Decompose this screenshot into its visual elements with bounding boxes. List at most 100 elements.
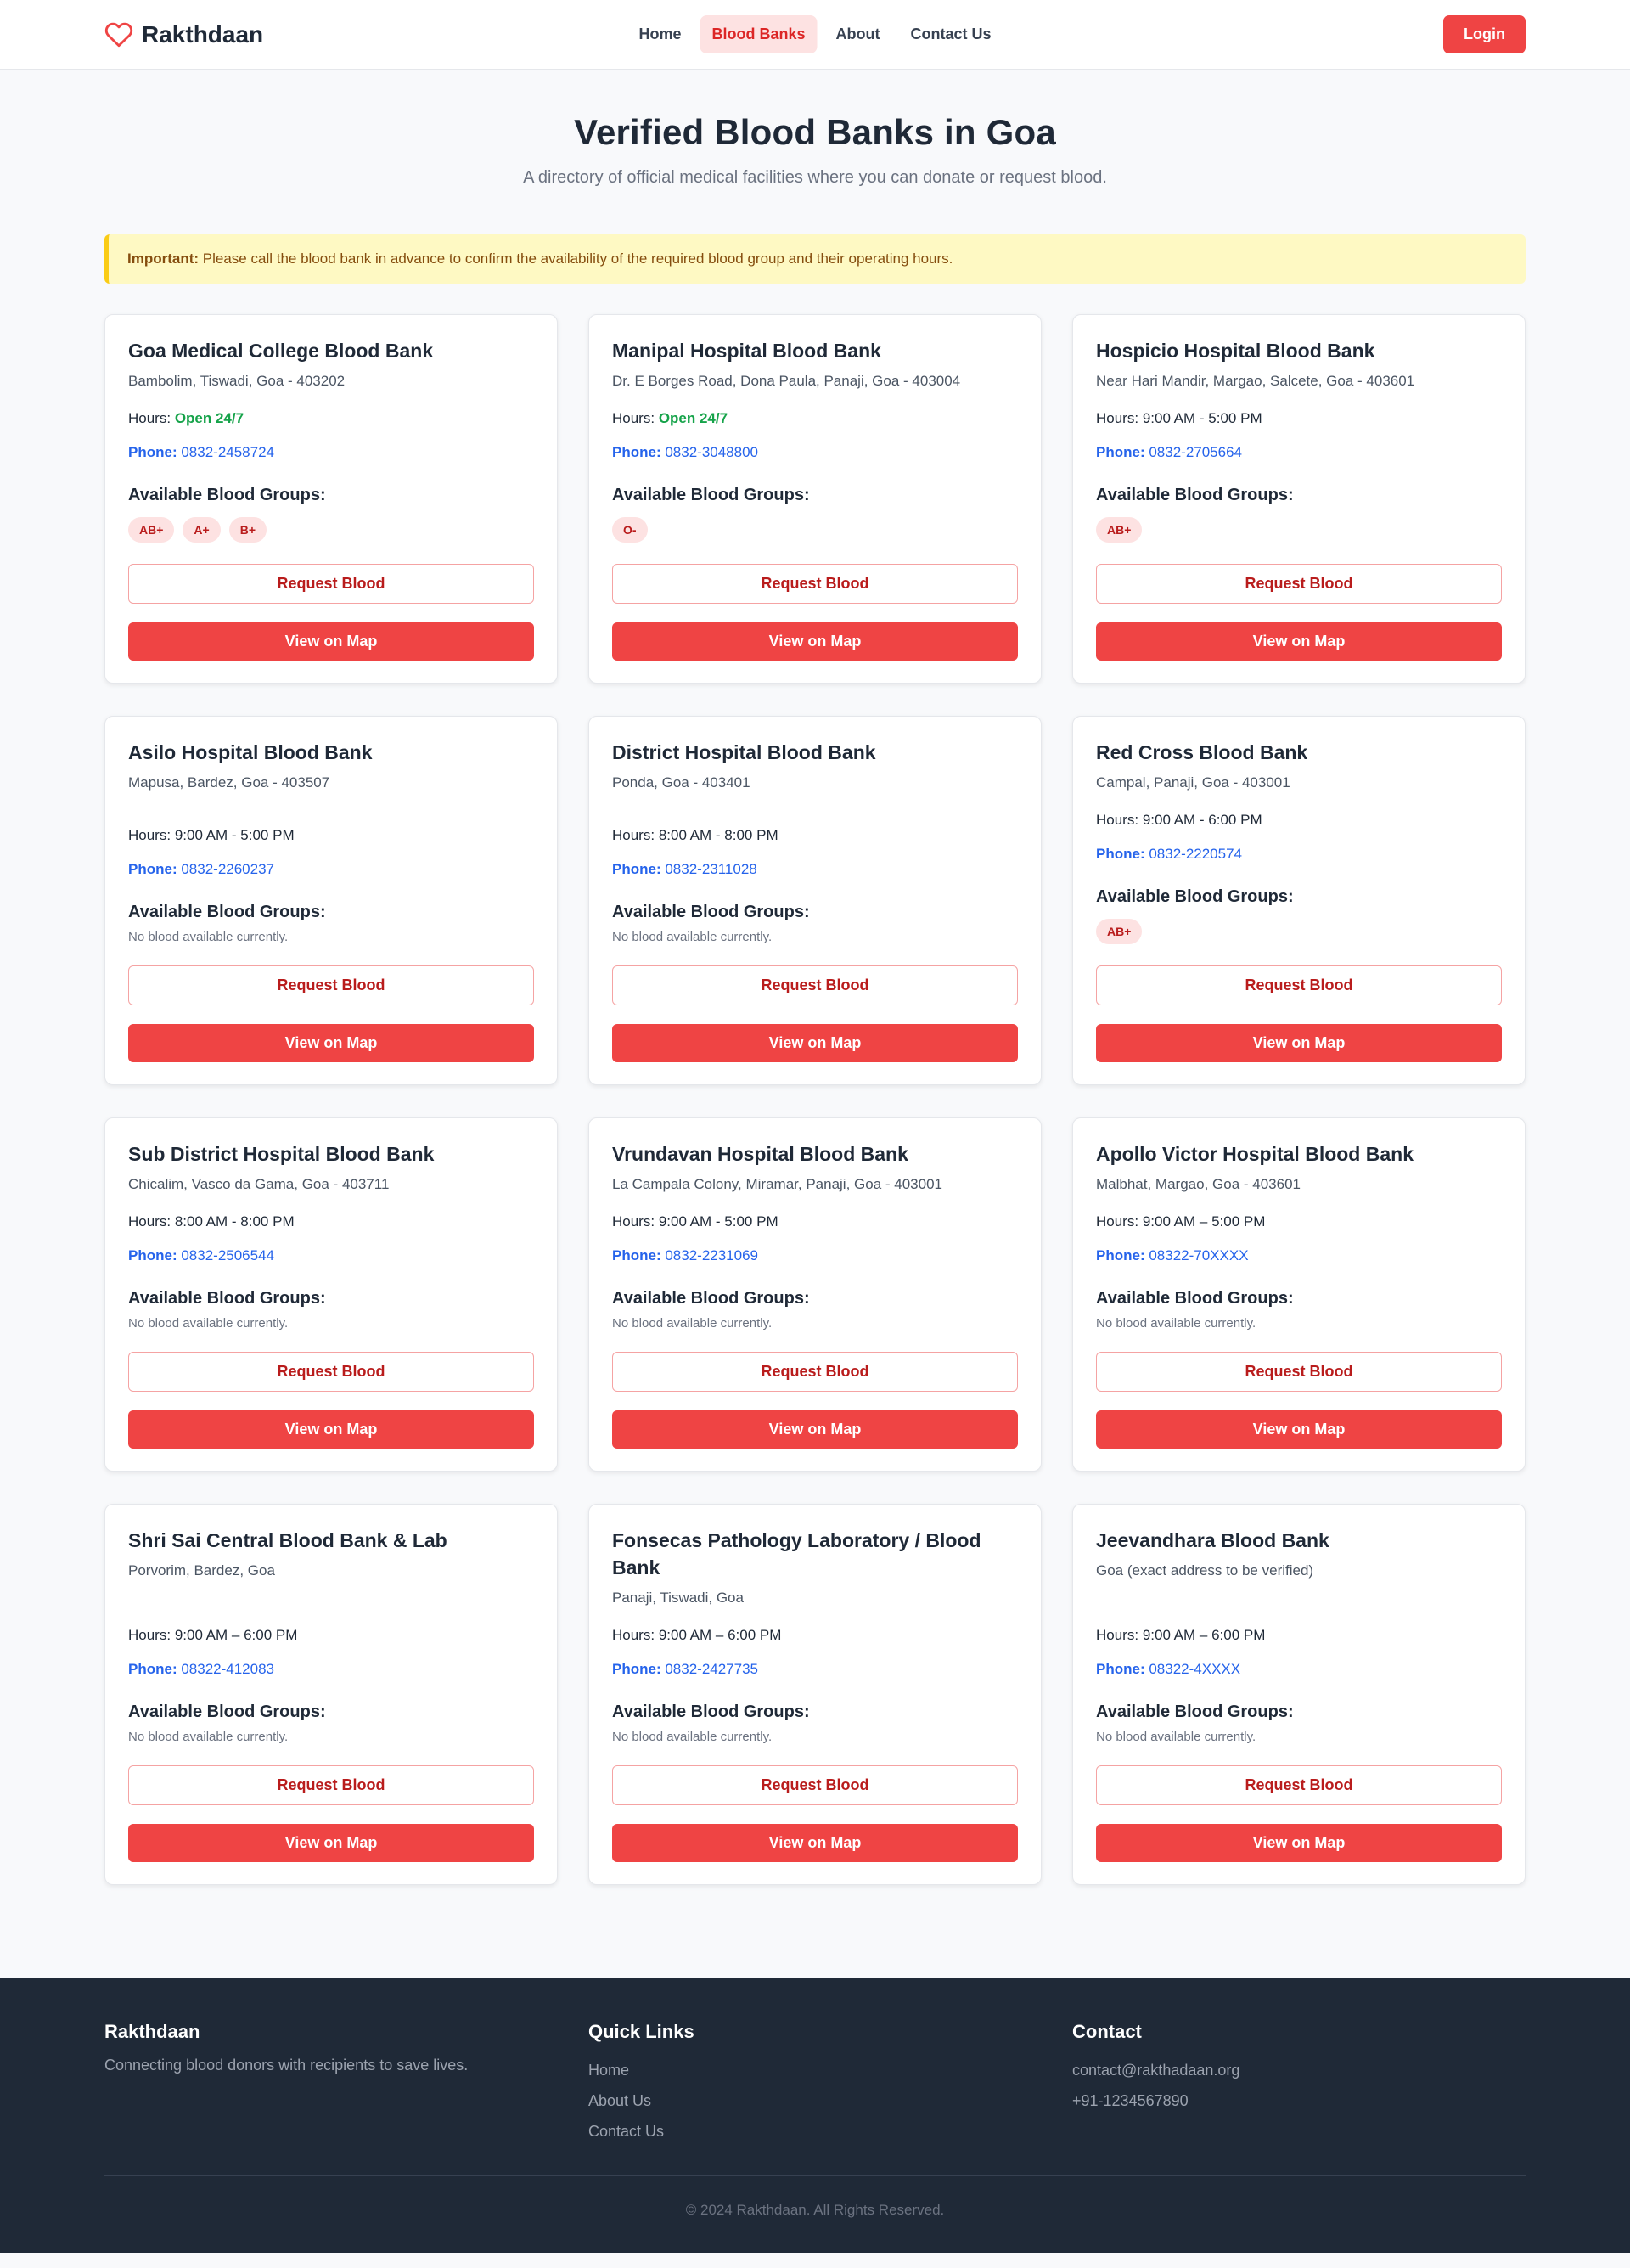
footer-brand-text: Connecting blood donors with recipients … [104,2057,469,2074]
phone-row: Phone: 0832-2427735 [612,1660,1018,1679]
view-on-map-button[interactable]: View on Map [612,1824,1018,1862]
view-on-map-button[interactable]: View on Map [128,1824,534,1862]
heart-icon [104,20,133,49]
view-on-map-button[interactable]: View on Map [1096,1024,1502,1062]
brand[interactable]: Rakthdaan [104,20,263,49]
phone-link[interactable]: 0832-2220574 [1149,846,1242,862]
footer-link-contact-us[interactable]: Contact Us [588,2116,1042,2147]
phone-link[interactable]: 0832-2427735 [665,1661,758,1677]
bank-name: Goa Medical College Blood Bank [128,340,434,362]
phone-link[interactable]: 0832-2506544 [181,1247,274,1263]
card-header: Apollo Victor Hospital Blood Bank Malbhat… [1096,1140,1502,1194]
blood-group-badges: AB+ [1096,918,1502,945]
view-on-map-button[interactable]: View on Map [1096,622,1502,661]
blood-bank-card: Asilo Hospital Blood Bank Mapusa, Bardez,… [104,716,558,1085]
nav-link-about[interactable]: About [824,15,892,53]
view-on-map-button[interactable]: View on Map [128,1410,534,1449]
bank-address: La Campala Colony, Miramar, Panaji, Goa … [612,1176,942,1192]
bank-name: Apollo Victor Hospital Blood Bank [1096,1143,1414,1165]
nav-link-blood-banks[interactable]: Blood Banks [700,15,818,53]
blood-group-badge: AB+ [1096,919,1143,944]
blood-bank-card: Fonsecas Pathology Laboratory / Blood Ba… [588,1504,1042,1885]
blood-groups-title: Available Blood Groups: [1096,486,1294,504]
view-on-map-button[interactable]: View on Map [612,1410,1018,1449]
card-body: Hours: 8:00 AM - 8:00 PM Phone: 0832-2311… [612,808,1018,1062]
hours-value: 9:00 AM - 6:00 PM [1142,812,1262,828]
phone-row: Phone: 0832-2705664 [1096,443,1502,462]
card-body: Hours: 9:00 AM – 6:00 PM Phone: 08322-412… [128,1607,534,1862]
important-notice: Important: Please call the blood bank in… [104,234,1526,284]
page-title: Verified Blood Banks in Goa [574,112,1056,152]
view-on-map-button[interactable]: View on Map [612,1024,1018,1062]
view-on-map-button[interactable]: View on Map [1096,1410,1502,1449]
request-blood-button[interactable]: Request Blood [612,965,1018,1005]
blood-bank-card: District Hospital Blood Bank Ponda, Goa -… [588,716,1042,1085]
request-blood-button[interactable]: Request Blood [1096,564,1502,604]
blood-group-badge: AB+ [128,517,175,543]
request-blood-button[interactable]: Request Blood [128,965,534,1005]
blood-groups-title: Available Blood Groups: [128,1702,326,1721]
phone-row: Phone: 0832-2506544 [128,1247,534,1265]
blood-group-badges: AB+ [1096,516,1502,543]
footer-link-home[interactable]: Home [588,2055,1042,2085]
phone-link[interactable]: 0832-2260237 [181,861,274,877]
card-header: Manipal Hospital Blood Bank Dr. E Borges … [612,337,1018,391]
card-body: Hours: 9:00 AM - 6:00 PM Phone: 0832-2220… [1096,792,1502,1062]
phone-label: Phone: [612,1661,661,1677]
login-button[interactable]: Login [1443,15,1526,53]
phone-link[interactable]: 08322-4XXXX [1149,1661,1240,1677]
phone-row: Phone: 0832-3048800 [612,443,1018,462]
request-blood-button[interactable]: Request Blood [128,564,534,604]
view-on-map-button[interactable]: View on Map [612,622,1018,661]
hours-value: 9:00 AM - 5:00 PM [174,827,295,843]
card-header: Hospicio Hospital Blood Bank Near Hari Ma… [1096,337,1502,391]
card-header: Fonsecas Pathology Laboratory / Blood Ba… [612,1527,1018,1607]
card-header: Sub District Hospital Blood Bank Chicalim… [128,1140,534,1194]
request-blood-button[interactable]: Request Blood [612,1765,1018,1805]
bank-address: Panaji, Tiswadi, Goa [612,1590,744,1606]
request-blood-button[interactable]: Request Blood [1096,1765,1502,1805]
footer-contact-title: Contact [1072,2021,1142,2042]
bank-address: Malbhat, Margao, Goa - 403601 [1096,1176,1301,1192]
phone-link[interactable]: 08322-412083 [181,1661,274,1677]
phone-link[interactable]: 0832-2311028 [665,861,756,877]
phone-link[interactable]: 0832-3048800 [665,444,758,460]
request-blood-button[interactable]: Request Blood [1096,965,1502,1005]
request-blood-button[interactable]: Request Blood [612,1352,1018,1392]
footer-link-about-us[interactable]: About Us [588,2085,1042,2116]
blood-bank-card: Vrundavan Hospital Blood Bank La Campala … [588,1117,1042,1472]
footer-contact-column: Contact contact@rakthadaan.org +91-12345… [1072,2021,1526,2147]
card-body: Hours: Open 24/7 Phone: 0832-3048800 Avail… [612,391,1018,661]
phone-link[interactable]: 0832-2458724 [181,444,274,460]
hours-value: Open 24/7 [174,410,244,426]
hours-label: Hours: [128,827,171,843]
hero: Verified Blood Banks in Goa A directory … [0,70,1630,188]
hours-row: Hours: 9:00 AM - 5:00 PM [1096,409,1502,428]
nav-link-home[interactable]: Home [627,15,693,53]
blood-group-badge: A+ [183,517,221,543]
blood-group-badges: AB+ A+ B+ [128,516,534,543]
phone-link[interactable]: 0832-2705664 [1149,444,1242,460]
blood-bank-grid: Goa Medical College Blood Bank Bambolim, … [104,314,1526,1885]
hours-row: Hours: 8:00 AM - 8:00 PM [128,1213,534,1231]
view-on-map-button[interactable]: View on Map [128,622,534,661]
hours-row: Hours: Open 24/7 [128,409,534,428]
request-blood-button[interactable]: Request Blood [1096,1352,1502,1392]
bank-name: Red Cross Blood Bank [1096,741,1308,763]
blood-bank-card: Jeevandhara Blood Bank Goa (exact address… [1072,1504,1526,1885]
request-blood-button[interactable]: Request Blood [128,1352,534,1392]
hours-label: Hours: [612,827,655,843]
blood-bank-card: Manipal Hospital Blood Bank Dr. E Borges … [588,314,1042,684]
footer-brand-title: Rakthdaan [104,2021,200,2042]
hours-row: Hours: 9:00 AM - 6:00 PM [1096,811,1502,830]
request-blood-button[interactable]: Request Blood [128,1765,534,1805]
phone-link[interactable]: 08322-70XXXX [1149,1247,1248,1263]
view-on-map-button[interactable]: View on Map [128,1024,534,1062]
card-body: Hours: 8:00 AM - 8:00 PM Phone: 0832-2506… [128,1194,534,1449]
footer-email[interactable]: contact@rakthadaan.org [1072,2055,1526,2085]
footer-phone[interactable]: +91-1234567890 [1072,2085,1526,2116]
view-on-map-button[interactable]: View on Map [1096,1824,1502,1862]
phone-link[interactable]: 0832-2231069 [665,1247,758,1263]
request-blood-button[interactable]: Request Blood [612,564,1018,604]
nav-link-contact-us[interactable]: Contact Us [899,15,1003,53]
